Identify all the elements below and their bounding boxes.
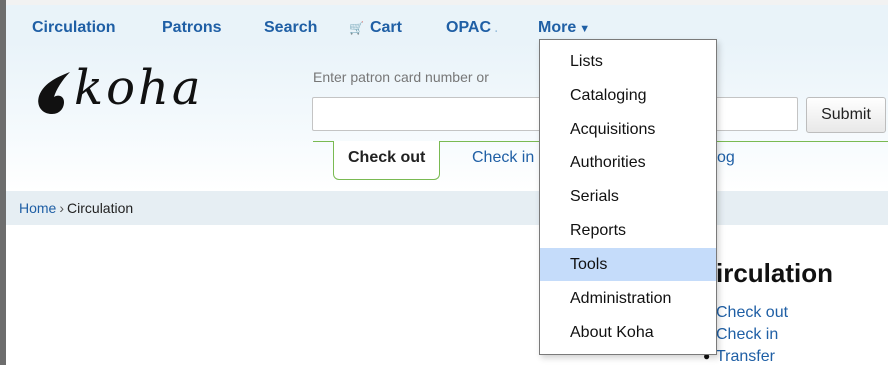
nav-cart-link[interactable]: 🛒 Cart <box>349 19 402 37</box>
nav-cart-label: Cart <box>369 19 402 36</box>
caret-down-icon: ▼ <box>579 23 591 35</box>
menu-item-acquisitions[interactable]: Acquisitions <box>540 113 716 146</box>
page-title: irculation <box>716 258 834 288</box>
more-dropdown-menu: Lists Cataloging Acquisitions Authoritie… <box>539 39 717 355</box>
breadcrumb-current: Circulation <box>67 200 134 216</box>
nav-more-menu[interactable]: More ▼ <box>538 19 590 37</box>
menu-item-cataloging[interactable]: Cataloging <box>540 79 716 112</box>
koha-logo[interactable]: koha <box>34 60 274 126</box>
menu-item-tools[interactable]: Tools <box>540 248 716 281</box>
link-transfer-label: Transfer <box>716 348 775 365</box>
nav-circulation-link[interactable]: Circulation <box>32 19 116 37</box>
breadcrumb: Home › Circulation <box>19 200 133 216</box>
tab-check-in[interactable]: Check in <box>458 141 548 179</box>
nav-more-label: More <box>538 19 577 36</box>
menu-item-lists[interactable]: Lists <box>540 45 716 78</box>
logo-wordmark: koha <box>74 60 204 116</box>
tab-check-out[interactable]: Check out <box>333 141 441 180</box>
koha-leaf-icon <box>38 72 70 114</box>
menu-item-authorities[interactable]: Authorities <box>540 146 716 179</box>
nav-search-link[interactable]: Search <box>264 19 317 37</box>
top-navigation: Circulation Patrons Search 🛒 Cart OPAC. M… <box>6 5 888 43</box>
link-check-out[interactable]: Check out <box>716 302 788 324</box>
breadcrumb-home-link[interactable]: Home <box>19 200 56 216</box>
menu-item-about-koha[interactable]: About Koha <box>540 316 716 349</box>
breadcrumb-bar: Home › Circulation <box>6 191 888 225</box>
menu-item-reports[interactable]: Reports <box>540 214 716 247</box>
submit-button[interactable]: Submit <box>806 97 886 133</box>
nav-patrons-link[interactable]: Patrons <box>162 19 222 37</box>
link-check-in[interactable]: Check in <box>716 324 788 346</box>
nav-opac-link[interactable]: OPAC. <box>446 19 499 37</box>
circulation-links-list: Check out Check in ● Transfer <box>703 302 788 368</box>
nav-opac-label: OPAC <box>446 19 492 36</box>
menu-item-serials[interactable]: Serials <box>540 180 716 213</box>
cart-icon: 🛒 <box>349 21 364 35</box>
search-hint-label: Enter patron card number or <box>313 69 489 85</box>
breadcrumb-separator: › <box>59 200 65 216</box>
nav-separator-dot: . <box>494 19 499 36</box>
menu-item-administration[interactable]: Administration <box>540 282 716 315</box>
